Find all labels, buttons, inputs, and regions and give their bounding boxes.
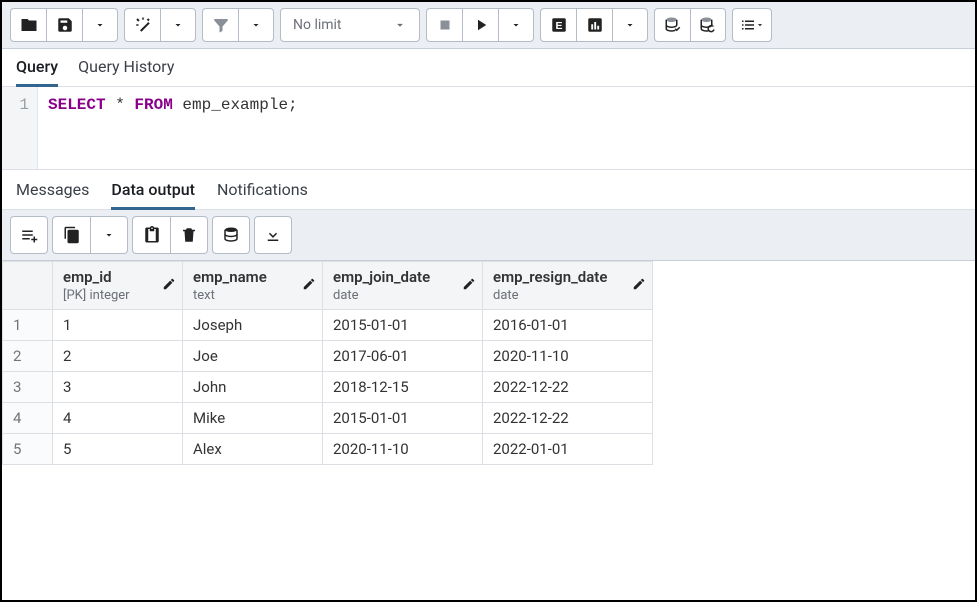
cell[interactable]: 2020-11-10 <box>323 434 483 465</box>
table-row[interactable]: 55Alex2020-11-102022-01-01 <box>3 434 653 465</box>
commit-button[interactable] <box>654 8 690 42</box>
explain-dropdown[interactable] <box>612 8 648 42</box>
cell[interactable]: 2022-12-22 <box>483 403 653 434</box>
column-header-emp_resign_date[interactable]: emp_resign_datedate <box>483 262 653 310</box>
chevron-down-icon <box>393 18 407 32</box>
cell[interactable]: 5 <box>53 434 183 465</box>
row-number[interactable]: 5 <box>3 434 53 465</box>
tab-data-output[interactable]: Data output <box>111 170 195 209</box>
sql-editor[interactable]: 1 SELECT * FROM emp_example; <box>2 87 975 169</box>
cell[interactable]: 2015-01-01 <box>323 310 483 341</box>
column-name: emp_id <box>63 268 112 286</box>
cell[interactable]: 4 <box>53 403 183 434</box>
tab-messages[interactable]: Messages <box>16 170 89 209</box>
column-type: date <box>493 288 642 303</box>
table-row[interactable]: 44Mike2015-01-012022-12-22 <box>3 403 653 434</box>
stop-button[interactable] <box>426 8 462 42</box>
column-header-emp_join_date[interactable]: emp_join_datedate <box>323 262 483 310</box>
row-number[interactable]: 1 <box>3 310 53 341</box>
cell[interactable]: 2018-12-15 <box>323 372 483 403</box>
cell[interactable]: 1 <box>53 310 183 341</box>
column-header-emp_name[interactable]: emp_nametext <box>183 262 323 310</box>
cell[interactable]: John <box>183 372 323 403</box>
tab-query[interactable]: Query <box>16 49 58 86</box>
header-row: emp_id[PK] integeremp_nametextemp_join_d… <box>3 262 653 310</box>
tab-query-history[interactable]: Query History <box>78 49 174 86</box>
output-tabs: Messages Data output Notifications <box>2 169 975 210</box>
cell[interactable]: 2017-06-01 <box>323 341 483 372</box>
limit-label: No limit <box>293 17 342 33</box>
edit-dropdown[interactable] <box>160 8 196 42</box>
column-header-emp_id[interactable]: emp_id [PK] integer <box>53 262 183 310</box>
table-row[interactable]: 33John2018-12-152022-12-22 <box>3 372 653 403</box>
rollback-button[interactable] <box>690 8 726 42</box>
save-data-button[interactable] <box>212 216 250 254</box>
macros-button[interactable] <box>732 8 772 42</box>
save-dropdown[interactable] <box>82 8 118 42</box>
cell[interactable]: 2022-01-01 <box>483 434 653 465</box>
rownum-header <box>3 262 53 310</box>
column-name: emp_resign_date <box>493 268 607 286</box>
copy-dropdown[interactable] <box>90 216 128 254</box>
cell[interactable]: 2015-01-01 <box>323 403 483 434</box>
column-type: text <box>193 288 312 303</box>
column-type: date <box>333 288 472 303</box>
sql-code[interactable]: SELECT * FROM emp_example; <box>38 87 308 169</box>
column-name: emp_join_date <box>333 268 430 286</box>
pencil-icon[interactable] <box>302 277 316 295</box>
open-file-button[interactable] <box>10 8 46 42</box>
tab-notifications[interactable]: Notifications <box>217 170 308 209</box>
pencil-icon[interactable] <box>162 277 176 295</box>
main-toolbar: No limit E <box>2 2 975 49</box>
filter-button[interactable] <box>202 8 238 42</box>
filter-dropdown[interactable] <box>238 8 274 42</box>
copy-button[interactable] <box>52 216 90 254</box>
column-type: [PK] integer <box>63 288 172 303</box>
execute-dropdown[interactable] <box>498 8 534 42</box>
cell[interactable]: 2022-12-22 <box>483 372 653 403</box>
cell[interactable]: 2020-11-10 <box>483 341 653 372</box>
svg-text:E: E <box>555 20 562 32</box>
paste-button[interactable] <box>132 216 170 254</box>
grid-toolbar <box>2 210 975 261</box>
add-row-button[interactable] <box>10 216 48 254</box>
results-table: emp_id[PK] integeremp_nametextemp_join_d… <box>2 261 653 465</box>
table-row[interactable]: 11Joseph2015-01-012016-01-01 <box>3 310 653 341</box>
save-button[interactable] <box>46 8 82 42</box>
editor-tabs: Query Query History <box>2 49 975 87</box>
column-name: emp_name <box>193 268 267 286</box>
cell[interactable]: Joseph <box>183 310 323 341</box>
limit-select[interactable]: No limit <box>280 8 420 42</box>
cell[interactable]: 2016-01-01 <box>483 310 653 341</box>
pencil-icon[interactable] <box>462 277 476 295</box>
cell[interactable]: 3 <box>53 372 183 403</box>
pencil-icon[interactable] <box>632 277 646 295</box>
row-number[interactable]: 3 <box>3 372 53 403</box>
row-number[interactable]: 4 <box>3 403 53 434</box>
line-gutter: 1 <box>2 87 38 169</box>
delete-button[interactable] <box>170 216 208 254</box>
cell[interactable]: Mike <box>183 403 323 434</box>
cell[interactable]: Joe <box>183 341 323 372</box>
explain-analyse-button[interactable] <box>576 8 612 42</box>
table-row[interactable]: 22Joe2017-06-012020-11-10 <box>3 341 653 372</box>
explain-button[interactable]: E <box>540 8 576 42</box>
cell[interactable]: 2 <box>53 341 183 372</box>
execute-button[interactable] <box>462 8 498 42</box>
edit-button[interactable] <box>124 8 160 42</box>
row-number[interactable]: 2 <box>3 341 53 372</box>
cell[interactable]: Alex <box>183 434 323 465</box>
download-button[interactable] <box>254 216 292 254</box>
